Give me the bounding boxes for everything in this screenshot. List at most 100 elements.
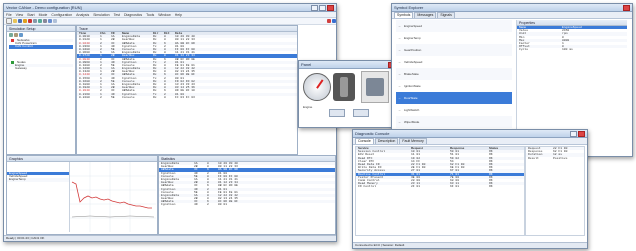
menu-item[interactable]: Configuration xyxy=(51,13,72,17)
engine-panel-label: Engine xyxy=(303,105,313,109)
diagnostic-row-cell: IO Control xyxy=(358,185,377,189)
symbol-item-label: EngineTemp xyxy=(404,36,421,40)
graphics-panel: Graphics EngineSpeed VehicleSpeed Engine… xyxy=(6,155,158,235)
statistics-row-cell: Ignition xyxy=(161,203,176,207)
trace-table: 0.0010 1 1A EngineData Rx 8 10 20 30 40 0.0120 1… xyxy=(77,35,297,99)
tree-item[interactable]: Gateway xyxy=(9,67,73,70)
detail-row-cell: Result xyxy=(528,156,539,160)
arrow-icon: → xyxy=(398,60,401,64)
symbol-item-label: IgnitionState xyxy=(404,84,421,88)
menu-item[interactable]: Simulation xyxy=(93,13,109,17)
diagnostic-tabs: Console Description Fault Memory xyxy=(353,138,587,145)
menu-item[interactable]: Help xyxy=(175,13,182,17)
diagnostic-row-cell: 6F 01 xyxy=(450,185,460,189)
menu-item[interactable]: Window xyxy=(158,13,170,17)
symbol-item-label: GearPosition xyxy=(404,48,422,52)
symbol-item[interactable]: → BrakeState xyxy=(396,68,512,80)
pause-icon[interactable] xyxy=(33,19,37,23)
filter-icon[interactable] xyxy=(48,19,52,23)
simulation-setup-panel: Simulation Setup Networks CAN Powertrain… xyxy=(6,25,76,155)
close-button[interactable] xyxy=(623,4,630,11)
signal-graph[interactable] xyxy=(70,162,156,232)
stop-engine-button[interactable] xyxy=(353,109,369,117)
open-icon[interactable] xyxy=(13,19,17,23)
start-engine-button[interactable] xyxy=(329,109,345,117)
stop-icon[interactable] xyxy=(28,19,32,23)
menu-item[interactable]: View xyxy=(16,13,24,17)
statistics-row-cell: 00 01 xyxy=(218,203,228,207)
settings-icon[interactable] xyxy=(43,19,47,23)
menu-item[interactable]: Mode xyxy=(39,13,48,17)
symbol-item-label: LightSwitch xyxy=(404,108,420,112)
signal-list: EngineSpeed VehicleSpeed EngineTemp xyxy=(7,162,70,232)
diagnostic-row[interactable]: IO Control 2F 01 6F 01 OK xyxy=(356,185,524,188)
tab-description[interactable]: Description xyxy=(374,138,399,144)
close-button[interactable] xyxy=(327,4,334,11)
rpm-gauge xyxy=(303,73,331,101)
save-icon[interactable] xyxy=(18,19,22,23)
detail-row[interactable]: Result Positive xyxy=(526,157,584,160)
symbol-item[interactable]: → IgnitionState xyxy=(396,80,512,92)
symbol-item[interactable]: → EngineSpeed xyxy=(396,20,512,32)
pedal-control[interactable] xyxy=(361,71,389,103)
tab-fault-memory[interactable]: Fault Memory xyxy=(399,138,427,144)
statistics-panel: Statistics EngineData 1A 8 10 20 30 40 GearB… xyxy=(158,155,336,235)
maximize-button[interactable] xyxy=(319,4,326,11)
gear-shifter[interactable] xyxy=(333,73,355,101)
symbol-item[interactable]: → VehicleSpeed xyxy=(396,56,512,68)
new-icon[interactable] xyxy=(6,18,12,24)
main-titlebar[interactable]: Vector CANoe - Demo configuration [RUN] xyxy=(4,4,336,12)
statistics-row[interactable]: Ignition 4D 2 00 01 xyxy=(159,203,335,206)
menu-item[interactable]: File xyxy=(6,13,12,17)
collapse-icon[interactable] xyxy=(14,33,18,37)
menu-item[interactable]: Start xyxy=(27,13,34,17)
minimize-button[interactable] xyxy=(311,4,318,11)
symbol-item[interactable]: → LightSwitch xyxy=(396,104,512,116)
tab-signals[interactable]: Signals xyxy=(437,12,455,18)
tab-symbols[interactable]: Symbols xyxy=(394,12,414,18)
menu-item[interactable]: Analysis xyxy=(76,13,89,17)
diagnostic-details: Request 22 F1 90 Response 62 F1 90 Duration 1… xyxy=(525,146,585,236)
help-icon[interactable] xyxy=(332,19,336,23)
statistics-table: EngineData 1A 8 10 20 30 40 GearBox 2B 8 00 11 … xyxy=(159,162,335,207)
shifter-handle[interactable] xyxy=(340,77,348,97)
arrow-icon: → xyxy=(398,120,401,124)
statistics-row-cell: 2 xyxy=(207,203,209,207)
bookmark-icon[interactable] xyxy=(327,19,331,23)
symbol-item[interactable]: → GearPosition xyxy=(396,44,512,56)
trace-row-cell: FC 03 FC 03 xyxy=(175,95,195,99)
start-icon[interactable] xyxy=(23,19,27,23)
symbol-item-label: VehicleSpeed xyxy=(404,60,423,64)
add-node-icon[interactable] xyxy=(19,33,23,37)
property-row[interactable]: Cycle 100 ms xyxy=(517,48,627,51)
diagnostic-title: Diagnostic Console xyxy=(355,131,390,136)
menu-item[interactable]: Tools xyxy=(146,13,154,17)
signal-item[interactable]: EngineTemp xyxy=(7,178,69,182)
symbol-item[interactable]: → WiperMode xyxy=(396,116,512,128)
main-statusbar: Ready | 00:01:23 | CAN1 OK xyxy=(4,235,336,241)
main-window: Vector CANoe - Demo configuration [RUN] … xyxy=(3,3,337,242)
diagnostic-titlebar[interactable]: Diagnostic Console xyxy=(353,130,587,138)
arrow-icon: → xyxy=(398,96,401,100)
engine-panel-titlebar[interactable]: Panel xyxy=(299,61,397,69)
symbol-item-label: BrakeState xyxy=(404,72,419,76)
search-icon[interactable] xyxy=(53,19,57,23)
diagnostic-statusbar: Connected to ECU | Session: Default xyxy=(353,242,587,248)
symbol-item[interactable]: → DoorState xyxy=(396,92,512,104)
minimize-button[interactable] xyxy=(570,130,577,137)
tab-console[interactable]: Console xyxy=(355,138,374,144)
expand-icon[interactable] xyxy=(9,33,13,37)
step-icon[interactable] xyxy=(38,19,42,23)
menu-item[interactable]: Diagnostics xyxy=(124,13,142,17)
tree-item-selected[interactable]: CAN Comfort xyxy=(9,45,73,49)
arrow-icon: → xyxy=(398,72,401,76)
trace-row[interactable]: 0.2280 2 5E Console Rx 8 FC 03 FC 03 xyxy=(77,96,297,99)
tab-messages[interactable]: Messages xyxy=(414,12,437,18)
symbol-explorer-titlebar[interactable]: Symbol Explorer xyxy=(392,4,632,12)
property-row-cell: 100 ms xyxy=(562,48,573,52)
diagnostic-row-cell: OK xyxy=(489,185,493,189)
symbol-item[interactable]: → EngineTemp xyxy=(396,32,512,44)
close-button[interactable] xyxy=(578,130,585,137)
menu-item[interactable]: Test xyxy=(114,13,120,17)
trace-row-cell: 0.2280 xyxy=(79,95,90,99)
